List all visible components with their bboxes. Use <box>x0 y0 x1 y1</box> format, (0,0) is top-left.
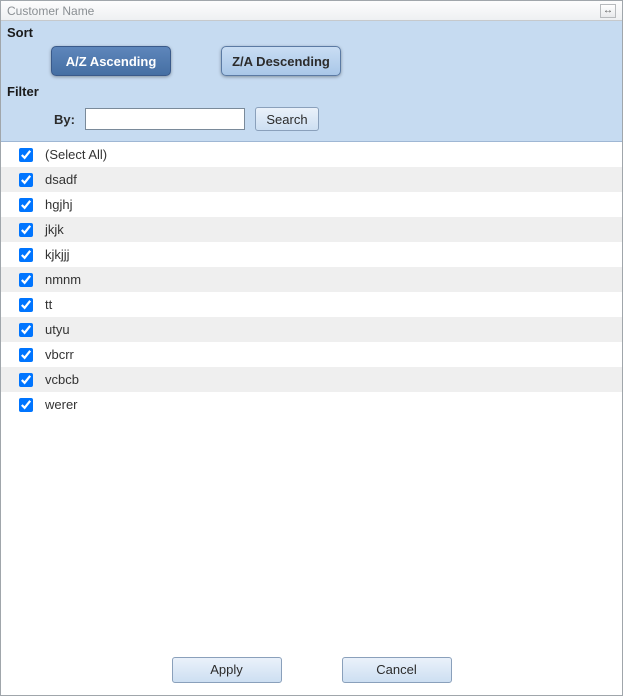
list-item-checkbox[interactable] <box>19 398 33 412</box>
filter-input[interactable] <box>85 108 245 130</box>
list-item-checkbox[interactable] <box>19 198 33 212</box>
list-item[interactable]: tt <box>1 292 622 317</box>
list-item[interactable]: (Select All) <box>1 142 622 167</box>
sort-descending-button[interactable]: Z/A Descending <box>221 46 341 76</box>
list-item-checkbox[interactable] <box>19 348 33 362</box>
list-item-label: tt <box>45 297 52 312</box>
filter-dialog: Customer Name ↔ Sort A/Z Ascending Z/A D… <box>0 0 623 696</box>
list-item-checkbox[interactable] <box>19 298 33 312</box>
list-item-label: dsadf <box>45 172 77 187</box>
list-item-label: jkjk <box>45 222 64 237</box>
sort-label: Sort <box>1 23 622 42</box>
list-item-label: werer <box>45 397 78 412</box>
list-item[interactable]: vbcrr <box>1 342 622 367</box>
search-button[interactable]: Search <box>255 107 319 131</box>
list-item-label: (Select All) <box>45 147 107 162</box>
filter-row: By: Search <box>1 101 622 131</box>
list-item-checkbox[interactable] <box>19 373 33 387</box>
list-item-label: hgjhj <box>45 197 72 212</box>
list-item-checkbox[interactable] <box>19 148 33 162</box>
list-item-checkbox[interactable] <box>19 173 33 187</box>
filter-label: Filter <box>1 82 622 101</box>
list-item-checkbox[interactable] <box>19 273 33 287</box>
sort-row: A/Z Ascending Z/A Descending <box>1 42 622 82</box>
list-item[interactable]: vcbcb <box>1 367 622 392</box>
list-item[interactable]: utyu <box>1 317 622 342</box>
cancel-button[interactable]: Cancel <box>342 657 452 683</box>
list-item[interactable]: dsadf <box>1 167 622 192</box>
sort-ascending-button[interactable]: A/Z Ascending <box>51 46 171 76</box>
window-title: Customer Name <box>7 4 94 18</box>
list-item-label: kjkjjj <box>45 247 70 262</box>
list-item-label: vbcrr <box>45 347 74 362</box>
titlebar: Customer Name ↔ <box>1 1 622 21</box>
list-item[interactable]: hgjhj <box>1 192 622 217</box>
list-item-checkbox[interactable] <box>19 223 33 237</box>
filter-by-label: By: <box>45 112 75 127</box>
list-item[interactable]: nmnm <box>1 267 622 292</box>
list-item[interactable]: jkjk <box>1 217 622 242</box>
list-item[interactable]: kjkjjj <box>1 242 622 267</box>
dialog-footer: Apply Cancel <box>1 643 622 695</box>
items-list[interactable]: (Select All) dsadf hgjhj jkjk kjkjjj nmnm tt ut… <box>1 142 622 643</box>
list-item-checkbox[interactable] <box>19 248 33 262</box>
list-item-label: nmnm <box>45 272 81 287</box>
list-item-label: utyu <box>45 322 70 337</box>
resize-icon[interactable]: ↔ <box>600 4 616 18</box>
list-item-checkbox[interactable] <box>19 323 33 337</box>
sort-filter-panel: Sort A/Z Ascending Z/A Descending Filter… <box>1 21 622 142</box>
list-item[interactable]: werer <box>1 392 622 417</box>
list-item-label: vcbcb <box>45 372 79 387</box>
apply-button[interactable]: Apply <box>172 657 282 683</box>
